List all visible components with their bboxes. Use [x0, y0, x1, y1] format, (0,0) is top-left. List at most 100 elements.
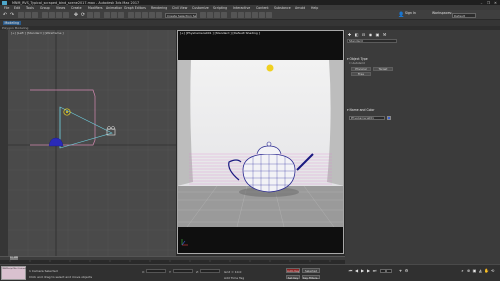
menu-tools[interactable]: Tools — [26, 6, 34, 10]
prev-frame-icon[interactable]: ◀ — [354, 268, 359, 273]
sign-in-link[interactable]: Sign In — [405, 11, 416, 15]
scale-icon[interactable] — [87, 12, 93, 18]
menu-civil-view[interactable]: Civil View — [172, 6, 187, 10]
zoom-all-icon[interactable]: ⊕ — [466, 268, 471, 273]
utilities-tab-icon[interactable]: ⚒ — [382, 32, 387, 37]
x-coord-label: X: — [142, 269, 146, 274]
tab-modeling[interactable]: Modeling — [3, 20, 21, 26]
current-frame-field[interactable]: 0 — [380, 268, 392, 273]
object-color-swatch[interactable] — [387, 116, 391, 120]
user-icon[interactable]: 👤 — [398, 12, 404, 18]
workspaces-dropdown[interactable]: Default — [452, 12, 476, 18]
key-filters-button[interactable]: Key Filters... — [302, 274, 320, 279]
menu-group[interactable]: Group — [40, 6, 50, 10]
camera-viewport[interactable]: [+] [PhysCamera001 ] [Standard ] [Defaul… — [177, 30, 344, 254]
rendered-frame-icon[interactable] — [259, 12, 265, 18]
window-crossing-icon[interactable] — [63, 12, 69, 18]
move-icon[interactable]: ✥ — [73, 12, 79, 18]
menu-rendering[interactable]: Rendering — [151, 6, 167, 10]
free-camera-button[interactable]: Free — [351, 72, 371, 76]
pivot-center-icon[interactable] — [104, 12, 110, 18]
bind-spacewarp-icon[interactable] — [32, 12, 38, 18]
key-mode-icon[interactable]: ⌖ — [398, 268, 403, 273]
menu-modifiers[interactable]: Modifiers — [88, 6, 103, 10]
orbit-icon[interactable]: ⟲ — [490, 268, 495, 273]
autogrid-checkbox[interactable]: ☐ AutoGrid — [349, 61, 393, 66]
goto-start-icon[interactable]: ⏮ — [348, 268, 353, 273]
rect-selection-icon[interactable] — [56, 12, 62, 18]
select-object-icon[interactable] — [42, 12, 48, 18]
angle-snap-icon[interactable] — [135, 12, 141, 18]
menu-arnold[interactable]: Arnold — [295, 6, 305, 10]
menu-views[interactable]: Views — [56, 6, 65, 10]
menu-interactive[interactable]: Interactive — [233, 6, 250, 10]
target-camera-button[interactable]: Target — [373, 67, 393, 71]
close-button[interactable]: ✕ — [492, 1, 499, 5]
align-icon[interactable] — [207, 12, 213, 18]
zoom-icon[interactable]: ⌕ — [460, 268, 465, 273]
key-mode-dropdown[interactable]: Selected — [302, 268, 320, 273]
select-by-name-icon[interactable] — [49, 12, 55, 18]
name-color-rollout-header[interactable]: ▾ Name and Color — [347, 108, 397, 112]
place-icon[interactable] — [94, 12, 100, 18]
x-coord-field[interactable] — [146, 269, 166, 273]
pan-view-icon[interactable]: ✋ — [484, 268, 489, 273]
goto-end-icon[interactable]: ⏭ — [372, 268, 377, 273]
snaps-toggle-icon[interactable] — [128, 12, 134, 18]
curve-editor-icon[interactable] — [231, 12, 237, 18]
render-setup-icon[interactable] — [252, 12, 258, 18]
left-viewport[interactable]: [+] [Left ] [Standard ] [Wireframe ] — [8, 30, 176, 264]
menu-file[interactable]: File — [4, 6, 9, 10]
menu-customize[interactable]: Customize — [192, 6, 209, 10]
minimize-button[interactable]: – — [478, 1, 485, 5]
physical-camera-button[interactable]: Physical — [351, 67, 371, 71]
timeline[interactable]: 0 / 100 — [0, 256, 345, 264]
motion-tab-icon[interactable]: ◉ — [368, 32, 373, 37]
camera-viewport-label[interactable]: [+] [PhysCamera001 ] [Standard ] [Defaul… — [180, 31, 260, 35]
undo-icon[interactable]: ↶ — [2, 12, 8, 18]
set-key-button[interactable]: Set Key — [286, 274, 300, 279]
edit-named-sets-icon[interactable] — [156, 12, 162, 18]
add-time-tag[interactable]: Add Time Tag — [224, 276, 244, 280]
y-coord-field[interactable] — [173, 269, 193, 273]
keyboard-shortcut-icon[interactable] — [118, 12, 124, 18]
menu-edit[interactable]: Edit — [14, 6, 20, 10]
menu-animation[interactable]: Animation — [106, 6, 122, 10]
menu-content[interactable]: Content — [256, 6, 269, 10]
scene-explorer-icon[interactable] — [214, 12, 220, 18]
menu-substance[interactable]: Substance — [274, 6, 291, 10]
menu-scripting[interactable]: Scripting — [213, 6, 227, 10]
unlink-icon[interactable] — [25, 12, 31, 18]
left-viewport-label[interactable]: [+] [Left ] [Standard ] [Wireframe ] — [11, 31, 64, 35]
object-category-dropdown[interactable]: Standard — [347, 39, 397, 43]
link-icon[interactable] — [18, 12, 24, 18]
redo-icon[interactable]: ↷ — [9, 12, 15, 18]
maxscript-mini-listener[interactable]: MAXScript Mini Listener — [1, 266, 26, 280]
spinner-snap-icon[interactable] — [149, 12, 155, 18]
select-manipulate-icon[interactable] — [111, 12, 117, 18]
mirror-icon[interactable] — [200, 12, 206, 18]
time-config-icon[interactable]: ⚙ — [404, 268, 409, 273]
menu-create[interactable]: Create — [71, 6, 82, 10]
material-editor-icon[interactable] — [245, 12, 251, 18]
hierarchy-tab-icon[interactable]: ⊟ — [361, 32, 366, 37]
display-tab-icon[interactable]: ▣ — [375, 32, 380, 37]
layer-explorer-icon[interactable] — [221, 12, 227, 18]
menu-help[interactable]: Help — [311, 6, 318, 10]
menu-graph-editors[interactable]: Graph Editors — [124, 6, 146, 10]
rotate-icon[interactable]: ⟳ — [80, 12, 86, 18]
maximize-button[interactable]: ❐ — [485, 1, 492, 5]
schematic-view-icon[interactable] — [238, 12, 244, 18]
next-frame-icon[interactable]: ▶ — [366, 268, 371, 273]
create-tab-icon[interactable]: ✚ — [347, 32, 352, 37]
play-icon[interactable]: ▶ — [360, 268, 365, 273]
field-of-view-icon[interactable]: ◭ — [478, 268, 483, 273]
modify-tab-icon[interactable]: ◧ — [354, 32, 359, 37]
object-name-field[interactable]: PhysCamera001 — [349, 116, 385, 120]
zoom-extents-icon[interactable]: ▣ — [472, 268, 477, 273]
percent-snap-icon[interactable] — [142, 12, 148, 18]
auto-key-button[interactable]: Auto Key — [286, 268, 300, 273]
z-coord-field[interactable] — [200, 269, 220, 273]
named-selection-dropdown[interactable]: Create Selection Se — [165, 12, 197, 18]
render-production-icon[interactable] — [266, 12, 272, 18]
